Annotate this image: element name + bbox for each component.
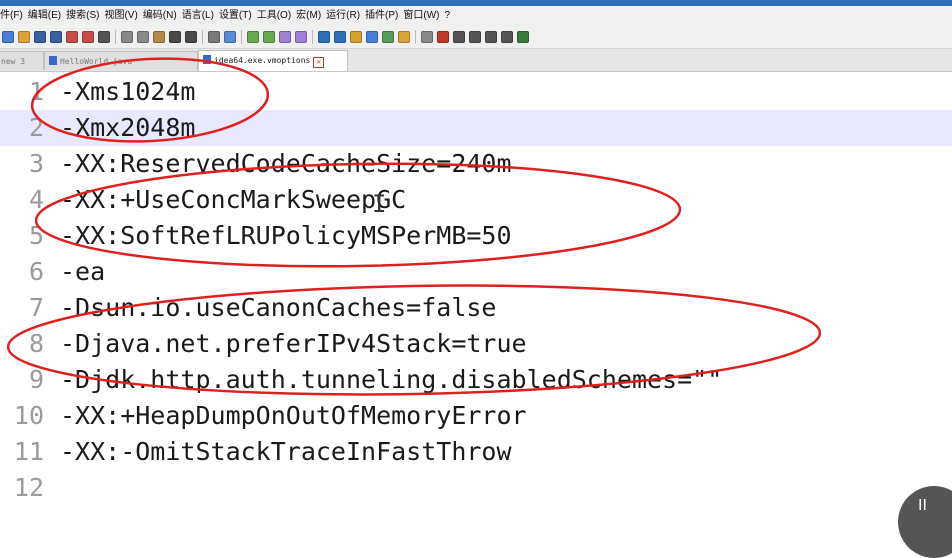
toolbar-separator <box>241 30 242 44</box>
menu-item[interactable]: 设置(T) <box>219 6 252 26</box>
zoom-out-icon[interactable] <box>263 31 275 43</box>
save-icon[interactable] <box>34 31 46 43</box>
tab-label: new 3 <box>1 57 26 66</box>
function-list-icon[interactable] <box>382 31 394 43</box>
editor-line: 5 -XX:SoftRefLRUPolicyMSPerMB=50 <box>0 218 952 254</box>
line-number: 11 <box>13 437 44 466</box>
editor-line: 8 -Djava.net.preferIPv4Stack=true <box>0 326 952 362</box>
tab-new-3[interactable]: new 3 <box>0 51 44 70</box>
editor-line: 10 -XX:+HeapDumpOnOutOfMemoryError <box>0 398 952 434</box>
line-text[interactable]: -Xmx2048m <box>60 110 195 146</box>
sync-h-icon[interactable] <box>295 31 307 43</box>
toolbar-separator <box>202 30 203 44</box>
redo-icon[interactable] <box>185 31 197 43</box>
line-number: 12 <box>13 473 44 502</box>
spellcheck-icon[interactable] <box>517 31 529 43</box>
word-wrap-icon[interactable] <box>318 31 330 43</box>
show-all-chars-icon[interactable] <box>334 31 346 43</box>
editor-line: 1 -Xms1024m <box>0 74 952 110</box>
line-number: 7 <box>28 293 44 322</box>
tab-idea64-vmoptions[interactable]: idea64.exe.vmoptions ✕ <box>198 50 348 71</box>
line-number: 4 <box>28 185 44 214</box>
sync-v-icon[interactable] <box>279 31 291 43</box>
menu-item[interactable]: 编码(N) <box>143 6 177 26</box>
editor-line: 12 <box>0 470 952 506</box>
open-file-icon[interactable] <box>18 31 30 43</box>
line-text[interactable]: -XX:ReservedCodeCacheSize=240m <box>60 146 512 182</box>
paste-icon[interactable] <box>153 31 165 43</box>
line-number: 9 <box>28 365 44 394</box>
line-text[interactable]: -Djava.net.preferIPv4Stack=true <box>60 326 527 362</box>
editor-line: 9 -Djdk.http.auth.tunneling.disabledSchem… <box>0 362 952 398</box>
save-all-icon[interactable] <box>50 31 62 43</box>
editor-line: 4 -XX:+UseConcMarkSweepGC <box>0 182 952 218</box>
toolbar-separator <box>415 30 416 44</box>
menu-item[interactable]: 编辑(E) <box>28 6 61 26</box>
line-number: 2 <box>28 113 44 142</box>
editor-line: 7 -Dsun.io.useCanonCaches=false <box>0 290 952 326</box>
editor-line: 3 -XX:ReservedCodeCacheSize=240m <box>0 146 952 182</box>
line-number: 3 <box>28 149 44 178</box>
folder-workspace-icon[interactable] <box>398 31 410 43</box>
line-number: 10 <box>13 401 44 430</box>
file-icon <box>203 55 211 64</box>
menu-item[interactable]: 插件(P) <box>365 6 398 26</box>
close-all-icon[interactable] <box>82 31 94 43</box>
line-number: 6 <box>28 257 44 286</box>
menu-item[interactable]: 件(F) <box>0 6 23 26</box>
tab-bar: new 3 HelloWorld.java idea64.exe.vmoptio… <box>0 49 952 72</box>
line-number: 1 <box>28 77 44 106</box>
menu-item[interactable]: 视图(V) <box>104 6 137 26</box>
save-macro-icon[interactable] <box>501 31 513 43</box>
indent-guide-icon[interactable] <box>350 31 362 43</box>
text-cursor-icon: I <box>372 190 387 218</box>
line-text[interactable]: -Dsun.io.useCanonCaches=false <box>60 290 497 326</box>
editor-line: 6 -ea <box>0 254 952 290</box>
file-icon <box>49 56 57 65</box>
menu-item[interactable]: 窗口(W) <box>403 6 439 26</box>
monitoring-icon[interactable] <box>421 31 433 43</box>
cut-icon[interactable] <box>121 31 133 43</box>
record-macro-icon[interactable] <box>437 31 449 43</box>
new-file-icon[interactable] <box>2 31 14 43</box>
line-text[interactable]: -XX:+UseConcMarkSweepGC <box>60 182 406 218</box>
menu-item[interactable]: 语言(L) <box>182 6 214 26</box>
line-number: 5 <box>28 221 44 250</box>
line-text[interactable]: -XX:SoftRefLRUPolicyMSPerMB=50 <box>60 218 512 254</box>
line-text[interactable]: -Xms1024m <box>60 74 195 110</box>
close-icon[interactable] <box>66 31 78 43</box>
line-number: 8 <box>28 329 44 358</box>
menu-item[interactable]: 搜索(S) <box>66 6 99 26</box>
print-icon[interactable] <box>98 31 110 43</box>
tab-label: idea64.exe.vmoptions <box>214 56 311 65</box>
toolbar-separator <box>312 30 313 44</box>
editor-line-current: 2 -Xmx2048m <box>0 110 952 146</box>
editor[interactable]: 1 -Xms1024m 2 -Xmx2048m 3 -XX:ReservedCodeC… <box>0 72 952 515</box>
play-macro-icon[interactable] <box>469 31 481 43</box>
line-text[interactable]: -ea <box>60 254 105 290</box>
replace-icon[interactable] <box>224 31 236 43</box>
line-text[interactable]: -XX:-OmitStackTraceInFastThrow <box>60 434 512 470</box>
stop-macro-icon[interactable] <box>453 31 465 43</box>
menu-item[interactable]: ? <box>445 6 451 26</box>
tab-helloworld-java[interactable]: HelloWorld.java <box>44 51 198 70</box>
menu-item[interactable]: 运行(R) <box>326 6 360 26</box>
tab-label: HelloWorld.java <box>60 57 133 66</box>
undo-icon[interactable] <box>169 31 181 43</box>
menu-item[interactable]: 工具(O) <box>257 6 291 26</box>
zoom-in-icon[interactable] <box>247 31 259 43</box>
doc-map-icon[interactable] <box>366 31 378 43</box>
line-text[interactable]: -XX:+HeapDumpOnOutOfMemoryError <box>60 398 527 434</box>
copy-icon[interactable] <box>137 31 149 43</box>
run-macro-icon[interactable] <box>485 31 497 43</box>
menu-item[interactable]: 宏(M) <box>296 6 321 26</box>
find-icon[interactable] <box>208 31 220 43</box>
toolbar-separator <box>115 30 116 44</box>
toolbar <box>0 26 952 49</box>
menu-bar: 件(F) 编辑(E) 搜索(S) 视图(V) 编码(N) 语言(L) 设置(T) 工具(O) 宏… <box>0 6 952 26</box>
line-text[interactable]: -Djdk.http.auth.tunneling.disabledScheme… <box>60 362 722 398</box>
editor-line: 11 -XX:-OmitStackTraceInFastThrow <box>0 434 952 470</box>
close-tab-icon[interactable]: ✕ <box>313 57 325 68</box>
